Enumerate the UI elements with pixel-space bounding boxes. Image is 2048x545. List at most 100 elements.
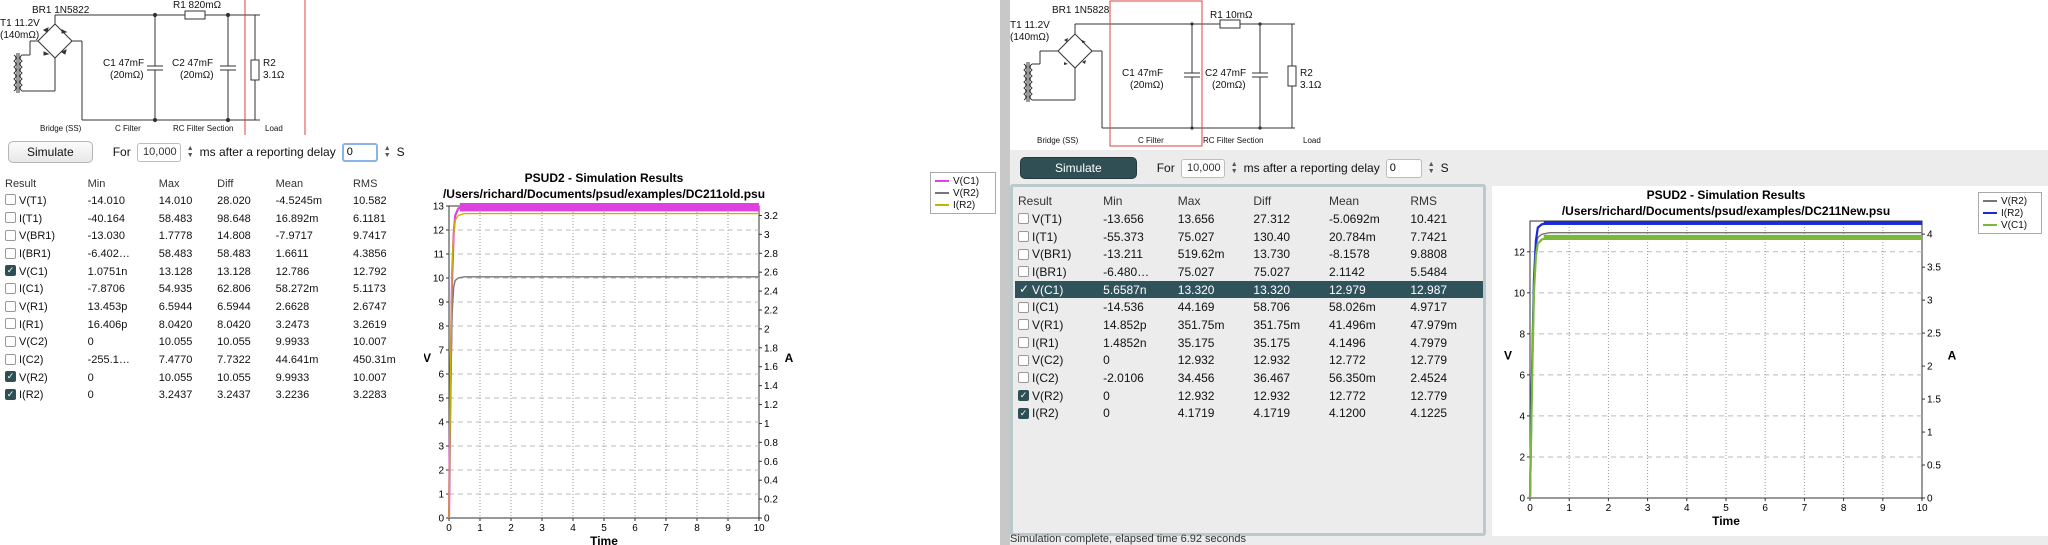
y-tick-label: 1 (438, 490, 444, 501)
cell-min: 1.0751n (87, 265, 128, 278)
table-row[interactable]: ✓ I(R2) 0 3.2437 3.2437 3.2236 3.2283 (2, 387, 422, 405)
delay-input[interactable] (341, 142, 378, 162)
cell-min: -6.480… (1103, 264, 1150, 279)
result-checkbox[interactable]: ✓ (1018, 283, 1029, 295)
table-row[interactable]: I(BR1) -6.480… 75.027 75.027 2.1142 5.5484 (1015, 263, 1483, 281)
column-header[interactable]: RMS (350, 176, 422, 192)
result-checkbox[interactable] (5, 247, 16, 259)
table-row[interactable]: ✓ V(C1) 1.0751n 13.128 13.128 12.786 12.792 (2, 263, 422, 281)
result-checkbox[interactable] (5, 335, 16, 347)
table-row[interactable]: V(R1) 13.453p 6.5944 6.5944 2.6628 2.6747 (2, 298, 422, 316)
result-checkbox[interactable] (1018, 301, 1029, 313)
result-checkbox[interactable] (5, 353, 16, 365)
delay-stepper-icon[interactable]: ▲ ▼ (384, 145, 391, 159)
column-header[interactable]: Min (1100, 192, 1175, 210)
column-header[interactable]: Max (1175, 192, 1251, 210)
cell-diff: 6.5944 (217, 300, 251, 313)
duration-stepper-icon[interactable]: ▲ ▼ (187, 145, 194, 159)
table-row[interactable]: I(BR1) -6.402… 58.483 58.483 1.6611 4.3856 (2, 245, 422, 263)
cell-diff: 10.055 (217, 371, 251, 384)
result-checkbox[interactable] (5, 300, 16, 312)
cell-mean: -4.5245m (275, 194, 323, 207)
table-row[interactable]: I(R1) 1.4852n 35.175 35.175 4.1496 4.7979 (1015, 334, 1483, 352)
table-row[interactable]: I(C1) -7.8706 54.935 62.806 58.272m 5.1173 (2, 280, 422, 298)
result-checkbox[interactable] (5, 229, 16, 241)
result-checkbox[interactable] (1018, 248, 1029, 260)
table-row[interactable]: ✓ V(C1) 5.6587n 13.320 13.320 12.979 12.987 (1015, 280, 1483, 299)
column-header[interactable]: Diff (1250, 192, 1326, 210)
y-tick-label: 0 (1519, 494, 1525, 505)
column-header[interactable]: Result (1015, 192, 1100, 210)
result-checkbox[interactable]: ✓ (5, 389, 16, 400)
column-header[interactable]: Mean (1326, 192, 1407, 210)
delay-input[interactable] (1385, 158, 1422, 178)
table-row[interactable]: V(C2) 0 10.055 10.055 9.9933 10.007 (2, 334, 422, 352)
cell-min: 0 (87, 336, 94, 349)
y2-axis-label: A (785, 351, 794, 365)
result-checkbox[interactable] (5, 212, 16, 224)
result-checkbox[interactable]: ✓ (1018, 390, 1029, 402)
table-row[interactable]: ✓ V(R2) 0 12.932 12.932 12.772 12.779 (1015, 387, 1483, 405)
table-row[interactable]: I(C2) -2.0106 34.456 36.467 56.350m 2.4524 (1015, 369, 1483, 387)
column-header[interactable]: Result (2, 176, 85, 192)
table-row[interactable]: V(T1) -14.010 14.010 28.020 -4.5245m 10.582 (2, 192, 422, 210)
column-header[interactable]: Diff (214, 176, 272, 192)
result-checkbox[interactable] (1018, 336, 1029, 348)
cell-mean: 12.772 (1329, 353, 1366, 368)
table-row[interactable]: ✓ I(R2) 0 4.1719 4.1719 4.1200 4.1225 (1015, 405, 1483, 423)
result-checkbox[interactable] (1018, 372, 1029, 384)
table-row[interactable]: I(C1) -14.536 44.169 58.706 58.026m 4.9717 (1015, 298, 1483, 316)
column-header[interactable]: Mean (273, 176, 350, 192)
column-header[interactable]: Min (85, 176, 156, 192)
table-row[interactable]: I(R1) 16.406p 8.0420 8.0420 3.2473 3.2619 (2, 316, 422, 334)
cell-mean: 9.9933 (275, 371, 310, 384)
table-row[interactable]: V(T1) -13.656 13.656 27.312 -5.0692m 10.421 (1015, 210, 1483, 228)
result-checkbox[interactable]: ✓ (5, 265, 16, 277)
delay-stepper-icon[interactable]: ▲ ▼ (1428, 161, 1435, 175)
cell-diff: 28.020 (217, 194, 251, 207)
results-table-left: Result Min Max Diff Mean RMS V(T1) -14.010 14.01… (2, 176, 422, 404)
table-row[interactable]: I(T1) -40.164 58.483 98.648 16.892m 6.1181 (2, 210, 422, 228)
duration-stepper-icon[interactable]: ▲ ▼ (1231, 161, 1238, 175)
result-checkbox[interactable] (1018, 319, 1029, 331)
y-tick-label: 10 (433, 274, 445, 285)
chart-left: PSUD2 - Simulation Results/Users/richard… (423, 171, 794, 545)
bridge-label: BR1 1N5828 (1052, 5, 1110, 16)
result-checkbox[interactable] (1018, 230, 1029, 242)
table-row[interactable]: ✓ V(R2) 0 10.055 10.055 9.9933 10.007 (2, 369, 422, 387)
column-header[interactable]: Max (156, 176, 214, 192)
result-checkbox[interactable] (5, 318, 16, 330)
column-header[interactable]: RMS (1407, 192, 1483, 210)
cell-mean: 44.641m (275, 354, 319, 367)
result-checkbox[interactable] (1018, 266, 1029, 278)
duration-input[interactable] (1180, 158, 1225, 178)
simulate-button[interactable]: Simulate (8, 141, 93, 163)
simulate-button[interactable]: Simulate (1020, 157, 1137, 179)
duration-input[interactable] (136, 142, 181, 162)
legend-entry: I(R2) (935, 199, 991, 211)
cell-diff: 8.0420 (217, 318, 251, 331)
cell-min: -40.164 (87, 212, 125, 225)
result-checkbox[interactable] (1018, 213, 1029, 225)
result-checkbox[interactable]: ✓ (5, 371, 16, 383)
table-row[interactable]: V(R1) 14.852p 351.75m 351.75m 41.496m 47.979m (1015, 316, 1483, 334)
table-row[interactable]: V(BR1) -13.211 519.62m 13.730 -8.1578 9.8808 (1015, 245, 1483, 263)
cell-min: 5.6587n (1100, 280, 1175, 299)
cell-min: 0 (1103, 353, 1110, 368)
result-name-cell: I(R1) (2, 316, 85, 334)
c1-res: (20mΩ) (1130, 80, 1164, 91)
cell-diff: 4.1719 (1253, 406, 1291, 421)
result-checkbox[interactable] (1018, 354, 1029, 366)
table-row[interactable]: V(BR1) -13.030 1.7778 14.808 -7.9717 9.7417 (2, 227, 422, 245)
table-row[interactable]: I(T1) -55.373 75.027 130.40 20.784m 7.7421 (1015, 228, 1483, 246)
y-tick-label: 6 (1519, 370, 1525, 381)
result-checkbox[interactable] (5, 282, 16, 294)
y2-tick-label: 1 (764, 419, 770, 430)
table-row[interactable]: V(C2) 0 12.932 12.932 12.772 12.779 (1015, 352, 1483, 370)
result-checkbox[interactable]: ✓ (1018, 407, 1029, 419)
transformer-label: T1 11.2V (0, 18, 40, 29)
y-tick-label: 9 (438, 298, 444, 309)
cell-max: 75.027 (1177, 229, 1215, 244)
result-checkbox[interactable] (5, 194, 16, 206)
table-row[interactable]: I(C2) -255.1… 7.4770 7.7322 44.641m 450.31m (2, 351, 422, 369)
